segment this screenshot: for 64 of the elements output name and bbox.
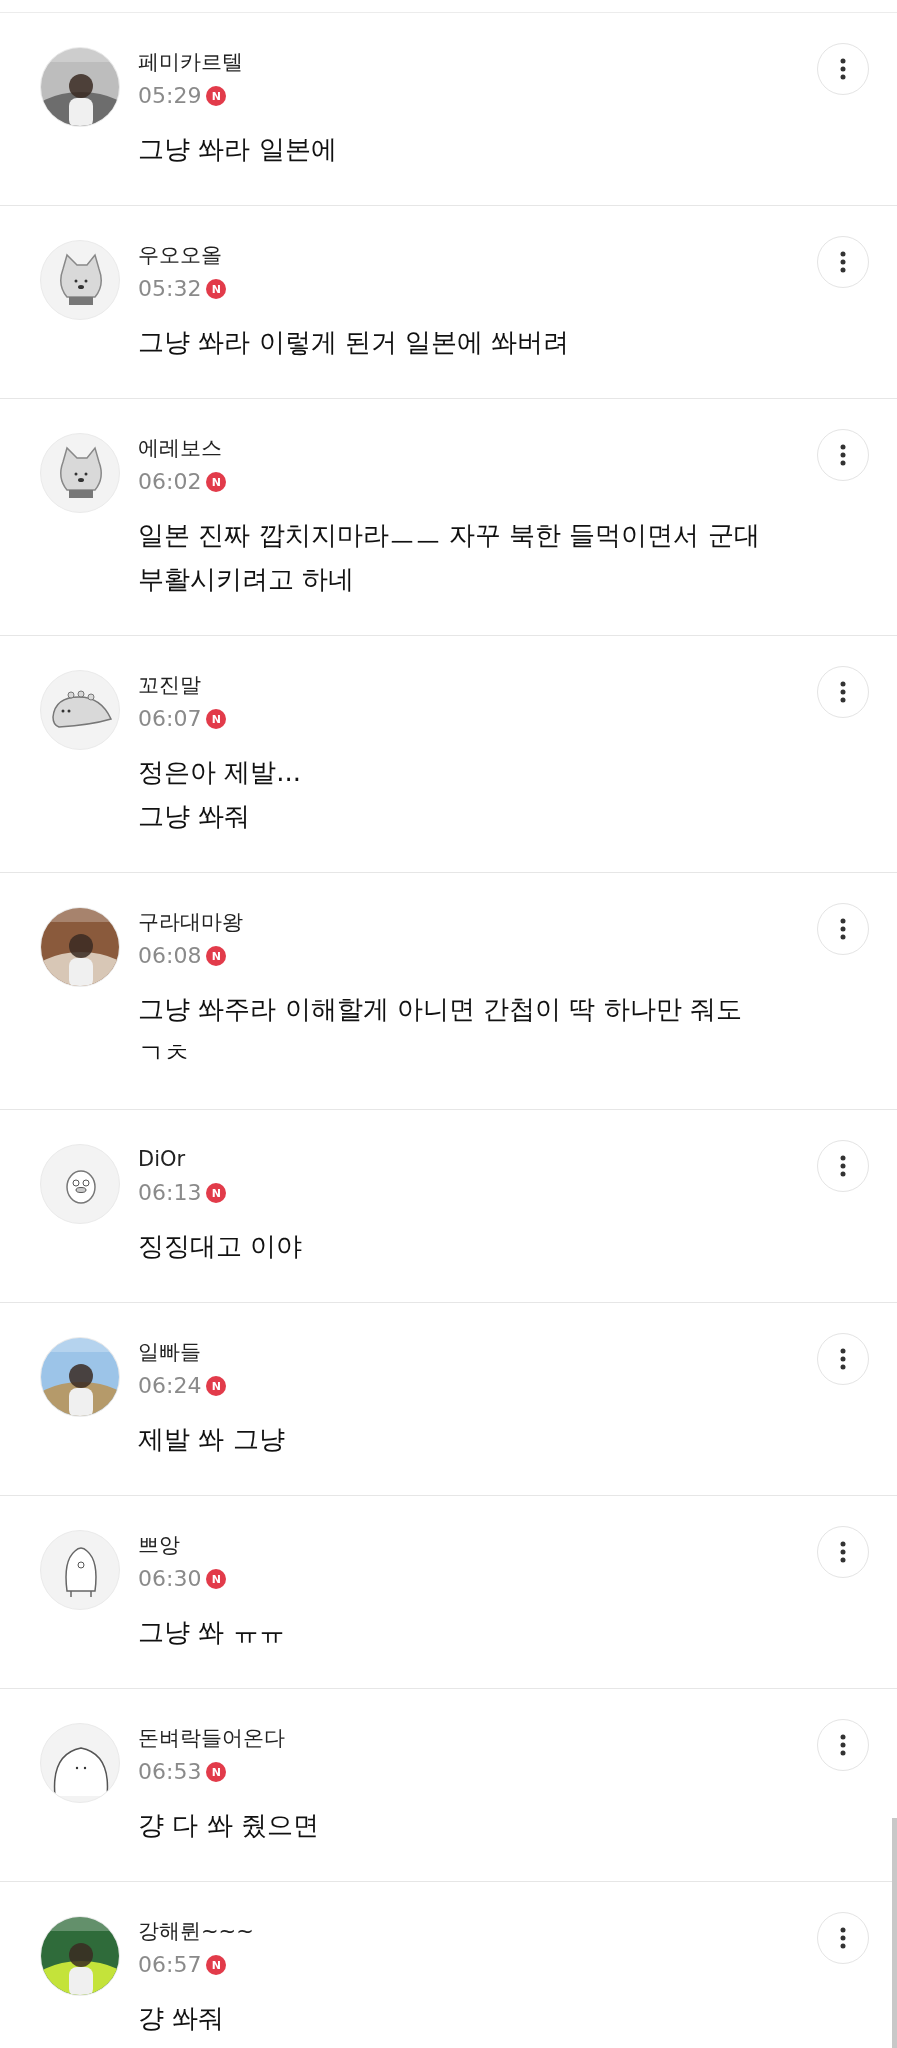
comment-time: 06:08 bbox=[138, 942, 202, 970]
comment-time: 06:07 bbox=[138, 705, 202, 733]
more-button[interactable] bbox=[817, 236, 869, 288]
username: 에레보스 bbox=[138, 435, 223, 462]
more-button[interactable] bbox=[817, 666, 869, 718]
username: 우오오올 bbox=[138, 242, 223, 269]
username: 강해륀~~~ bbox=[138, 1918, 255, 1945]
more-icon bbox=[840, 681, 846, 703]
new-badge: N bbox=[206, 86, 227, 106]
comment-text: 그냥 쏴줘 bbox=[138, 800, 252, 833]
username: 페미카르텔 bbox=[138, 49, 244, 76]
new-badge: N bbox=[206, 946, 227, 966]
more-icon bbox=[840, 444, 846, 466]
more-icon bbox=[840, 1348, 846, 1370]
comment-text: 정은아 제발... bbox=[138, 756, 303, 789]
more-icon bbox=[840, 1734, 846, 1756]
comment-text: ㄱㅊ bbox=[138, 1037, 191, 1070]
comment-text: 징징대고 이야 bbox=[138, 1230, 304, 1263]
new-badge: N bbox=[206, 279, 227, 299]
comment-time: 06:13 bbox=[138, 1179, 202, 1207]
comment-time: 06:30 bbox=[138, 1565, 202, 1593]
scrollbar[interactable] bbox=[892, 1818, 897, 2048]
comment-time: 05:32 bbox=[138, 275, 202, 303]
username: DiOr bbox=[138, 1146, 187, 1173]
comment-text: 그냥 쏴라 일본에 bbox=[138, 133, 338, 166]
comment-text: 걍 다 쏴 줬으면 bbox=[138, 1809, 320, 1842]
more-icon bbox=[840, 58, 846, 80]
username: 일빠들 bbox=[138, 1339, 202, 1366]
more-button[interactable] bbox=[817, 903, 869, 955]
comment-text: 그냥 쏴 ㅠㅠ bbox=[138, 1616, 286, 1649]
more-icon bbox=[840, 1927, 846, 1949]
new-badge: N bbox=[206, 472, 227, 492]
comment-text: 그냥 쏴주라 이해할게 아니면 간첩이 딱 하나만 줘도 bbox=[138, 993, 743, 1026]
comment-text: 일본 진짜 깝치지마라ㅡㅡ 자꾸 북한 들먹이면서 군대 bbox=[138, 519, 761, 552]
more-button[interactable] bbox=[817, 1333, 869, 1385]
new-badge: N bbox=[206, 1955, 227, 1975]
new-badge: N bbox=[206, 709, 227, 729]
more-button[interactable] bbox=[817, 429, 869, 481]
comment-text: 걍 쏴줘 bbox=[138, 2002, 226, 2035]
more-button[interactable] bbox=[817, 1912, 869, 1964]
more-button[interactable] bbox=[817, 1140, 869, 1192]
username: 쁘앙 bbox=[138, 1532, 181, 1559]
new-badge: N bbox=[206, 1569, 227, 1589]
new-badge: N bbox=[206, 1762, 227, 1782]
new-badge: N bbox=[206, 1183, 227, 1203]
comment-time: 06:57 bbox=[138, 1951, 202, 1979]
username: 돈벼락들어온다 bbox=[138, 1725, 286, 1752]
comment-text: 그냥 쏴라 이렇게 된거 일본에 쏴버려 bbox=[138, 326, 571, 359]
username: 구라대마왕 bbox=[138, 909, 244, 936]
comment-time: 05:29 bbox=[138, 82, 202, 110]
more-button[interactable] bbox=[817, 1719, 869, 1771]
more-button[interactable] bbox=[817, 43, 869, 95]
more-icon bbox=[840, 1541, 846, 1563]
more-icon bbox=[840, 251, 846, 273]
username: 꼬진말 bbox=[138, 672, 202, 699]
comment-time: 06:02 bbox=[138, 468, 202, 496]
new-badge: N bbox=[206, 1376, 227, 1396]
comment-time: 06:24 bbox=[138, 1372, 202, 1400]
comment-text: 제발 쏴 그냥 bbox=[138, 1423, 286, 1456]
more-icon bbox=[840, 1155, 846, 1177]
more-button[interactable] bbox=[817, 1526, 869, 1578]
comment-text: 부활시키려고 하네 bbox=[138, 563, 356, 596]
more-icon bbox=[840, 918, 846, 940]
comment-time: 06:53 bbox=[138, 1758, 202, 1786]
